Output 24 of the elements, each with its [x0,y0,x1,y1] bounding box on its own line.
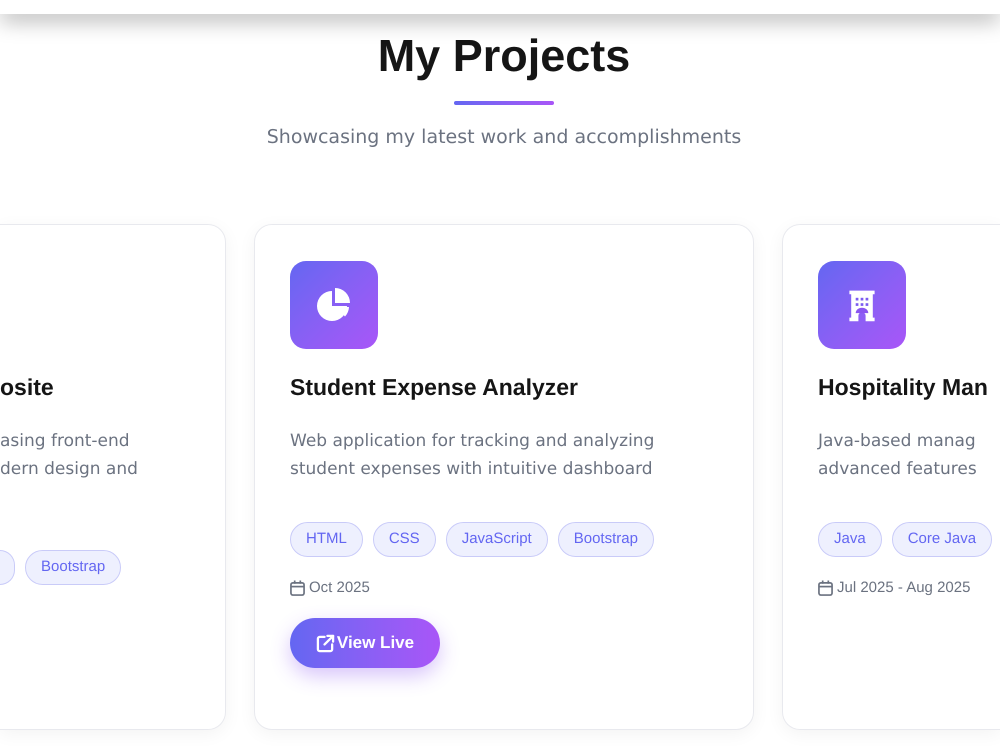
tag-pill-edge [0,550,15,585]
project-description: Web application for tracking and analyzing student expenses with intuitive dashboard [290,430,656,481]
tech-tag: Java [818,522,882,557]
section-title: My Projects [378,31,630,81]
tech-tag: JavaScript [446,522,548,557]
tech-tag: CSS [372,522,436,557]
project-title: Hospitality Man [818,373,989,402]
project-date: Jul 2025 - Aug 2025 [837,578,970,598]
calendar-icon [818,580,833,596]
external-link-icon [316,634,335,652]
project-title: Student Expense Analyzer [290,373,580,402]
tech-tag: Bootstrap [25,550,122,585]
pie-chart-icon [290,261,378,349]
building-icon [818,261,906,349]
project-date: Oct 2025 [309,578,370,598]
tech-tag: Bootstrap [558,522,654,557]
project-title: osite [0,373,55,402]
section-subtitle: Showcasing my latest work and accomplishments [266,125,742,150]
calendar-icon [290,580,305,596]
project-description: asing front-end dern design and [0,430,139,481]
tech-tag: HTML [290,522,363,557]
view-live-button[interactable]: View Live [290,618,440,668]
tech-tag: Core Java [892,522,992,557]
project-description: Java-based manag advanced features [818,430,978,481]
